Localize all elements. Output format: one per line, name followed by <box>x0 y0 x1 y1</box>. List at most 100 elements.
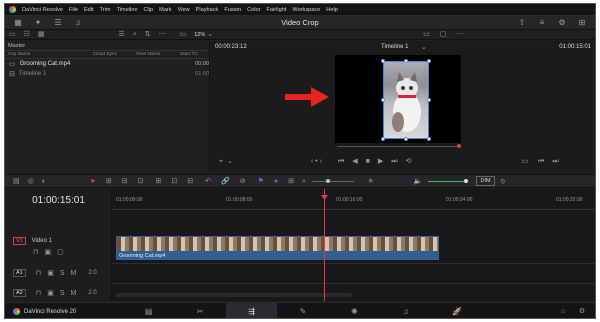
chevron-down-icon[interactable]: ⌄ <box>421 44 427 51</box>
view-options-icon[interactable]: ☰ <box>119 31 125 38</box>
auto-select-icon[interactable]: ▣ <box>44 249 51 256</box>
match-frame-icon[interactable]: ▭ <box>521 158 528 165</box>
menu-file[interactable]: File <box>69 7 78 13</box>
media-page-icon[interactable]: ▤ <box>123 303 174 319</box>
metadata-icon[interactable]: ⚙ <box>557 18 567 28</box>
timeline-area[interactable]: 01:00:00:00 01:00:08:00 01:00:16:00 01:0… <box>112 189 595 301</box>
thumb-view-icon[interactable]: ▦ <box>38 31 45 38</box>
export-icon[interactable]: ⇪ <box>517 18 527 28</box>
crop-handle[interactable] <box>381 59 385 63</box>
skip-end-icon[interactable]: ⏭ <box>391 158 397 165</box>
play-reverse-icon[interactable]: ◀ <box>352 158 357 165</box>
menu-app[interactable]: DaVinci Resolve <box>22 7 63 13</box>
cropped-video-frame[interactable] <box>383 61 429 139</box>
cut-page-icon[interactable]: ✂ <box>174 303 225 319</box>
visibility-icon[interactable]: ▢ <box>57 249 64 256</box>
col-reel-name[interactable]: Reel Name <box>136 52 180 57</box>
auto-select-icon[interactable]: ▣ <box>47 270 54 277</box>
stop-icon[interactable]: ■ <box>366 158 370 165</box>
crop-handle[interactable] <box>381 98 385 102</box>
zoom-level[interactable]: 12% <box>194 32 205 38</box>
crop-handle[interactable] <box>427 59 431 63</box>
dynamic-trim-icon[interactable]: ⊟ <box>122 178 128 185</box>
chevron-down-icon[interactable]: ⌄ <box>207 31 213 38</box>
zoom-detail-icon[interactable]: ⌕ <box>302 178 306 185</box>
snapping-icon[interactable]: ↶ <box>205 178 211 185</box>
more-tools-icon[interactable]: ✳ <box>368 178 374 185</box>
timeline-playhead[interactable] <box>321 189 328 301</box>
volume-icon[interactable]: 🔈 <box>414 178 423 185</box>
transform-tool-icon[interactable]: ⌖ <box>219 158 223 165</box>
solo-icon[interactable]: S <box>60 270 65 277</box>
insert-clip-icon[interactable]: ⊞ <box>155 178 161 185</box>
audio-waveform-icon[interactable]: ◎ <box>28 178 34 185</box>
trim-tool-icon[interactable]: ⊞ <box>106 178 112 185</box>
zoom-slider[interactable] <box>311 178 354 183</box>
menu-workspace[interactable]: Workspace <box>292 7 320 13</box>
volume-slider[interactable] <box>428 178 469 183</box>
crop-handle[interactable] <box>427 98 431 102</box>
play-icon[interactable]: ▶ <box>378 158 383 165</box>
selection-tool-icon[interactable]: ➤ <box>90 178 96 185</box>
menu-playback[interactable]: Playback <box>196 7 219 13</box>
menu-help[interactable]: Help <box>326 7 338 13</box>
toggle-panel-icon[interactable]: ▭ <box>9 31 16 38</box>
overwrite-clip-icon[interactable]: ⊡ <box>171 178 177 185</box>
viewer-options-icon[interactable]: ⋯ <box>456 31 463 38</box>
col-start-tc[interactable]: Start TC <box>180 52 209 57</box>
settings-icon[interactable]: ⚙ <box>579 308 585 315</box>
list-item[interactable]: ⊟ Timeline 1 01:00 <box>5 69 209 79</box>
fairlight-page-icon[interactable]: ♫ <box>380 303 431 319</box>
scrubber-bar[interactable] <box>337 146 459 147</box>
link-icon[interactable]: 🔗 <box>221 178 230 185</box>
source-timecode[interactable]: 00:00:23:12 <box>215 44 247 50</box>
track-tag[interactable]: A1 <box>13 269 26 277</box>
crop-handle[interactable] <box>404 137 408 141</box>
skip-start-icon[interactable]: ⏮ <box>338 158 344 165</box>
col-cloud-sync[interactable]: Cloud Sync <box>93 52 137 57</box>
inspector-icon[interactable]: ⊞ <box>577 18 587 28</box>
lock-icon[interactable]: ⊓ <box>36 270 41 277</box>
menu-color[interactable]: Color <box>247 7 260 13</box>
menu-view[interactable]: View <box>178 7 190 13</box>
video-clip[interactable]: Grooming Cat.mp4 <box>116 236 439 260</box>
track-tag[interactable]: A2 <box>13 289 26 297</box>
more-options-icon[interactable]: ⋯ <box>159 31 166 38</box>
menu-timeline[interactable]: Timeline <box>117 7 138 13</box>
crop-handle[interactable] <box>427 137 431 141</box>
search-icon[interactable]: ⌕ <box>133 31 137 38</box>
next-edit-icon[interactable]: ⏭ <box>552 158 558 165</box>
marker-icon[interactable]: ● <box>274 178 278 185</box>
list-item[interactable]: ▭ Grooming Cat.mp4 00:00 <box>5 59 209 69</box>
scrubber-playhead[interactable] <box>457 144 461 148</box>
menu-fusion[interactable]: Fusion <box>224 7 241 13</box>
viewer-mode-icon[interactable]: ▭ <box>423 31 430 38</box>
safe-area-icon[interactable]: ▢ <box>440 31 447 38</box>
menu-trim[interactable]: Trim <box>100 7 111 13</box>
mute-icon[interactable]: ⦸ <box>501 178 506 185</box>
color-view-icon[interactable]: ◐ <box>42 178 46 185</box>
viewer-timeline-name[interactable]: Timeline 1 <box>381 44 408 50</box>
jog-left-icon[interactable]: ‹ <box>311 158 313 165</box>
list-view-icon[interactable]: ☷ <box>24 31 30 38</box>
solo-icon[interactable]: S <box>60 290 65 297</box>
loop-icon[interactable]: ⟲ <box>406 158 412 165</box>
mixer-icon[interactable]: ≡ <box>537 18 547 28</box>
dim-button[interactable]: DIM <box>476 176 495 186</box>
menu-mark[interactable]: Mark <box>159 7 171 13</box>
viewer-layout-icon[interactable]: ▭ <box>180 31 187 38</box>
mute-track-icon[interactable]: M <box>71 290 77 297</box>
blade-tool-icon[interactable]: ⊡ <box>138 178 144 185</box>
sort-icon[interactable]: ⇅ <box>145 31 151 38</box>
crop-handle[interactable] <box>381 137 385 141</box>
track-tag[interactable]: V1 <box>13 237 26 245</box>
prev-edit-icon[interactable]: ⏮ <box>538 158 544 165</box>
edit-page-icon[interactable]: ⇶ <box>225 302 278 318</box>
timeline-ruler[interactable]: 01:00:00:00 01:00:08:00 01:00:16:00 01:0… <box>112 197 595 209</box>
video-canvas[interactable] <box>285 55 461 143</box>
fusion-page-icon[interactable]: ✎ <box>277 303 328 319</box>
jog-dot-icon[interactable]: • <box>315 158 317 165</box>
mute-track-icon[interactable]: M <box>71 270 77 277</box>
chevron-down-icon[interactable]: ⌄ <box>227 158 233 165</box>
color-page-icon[interactable]: ✺ <box>329 303 380 319</box>
